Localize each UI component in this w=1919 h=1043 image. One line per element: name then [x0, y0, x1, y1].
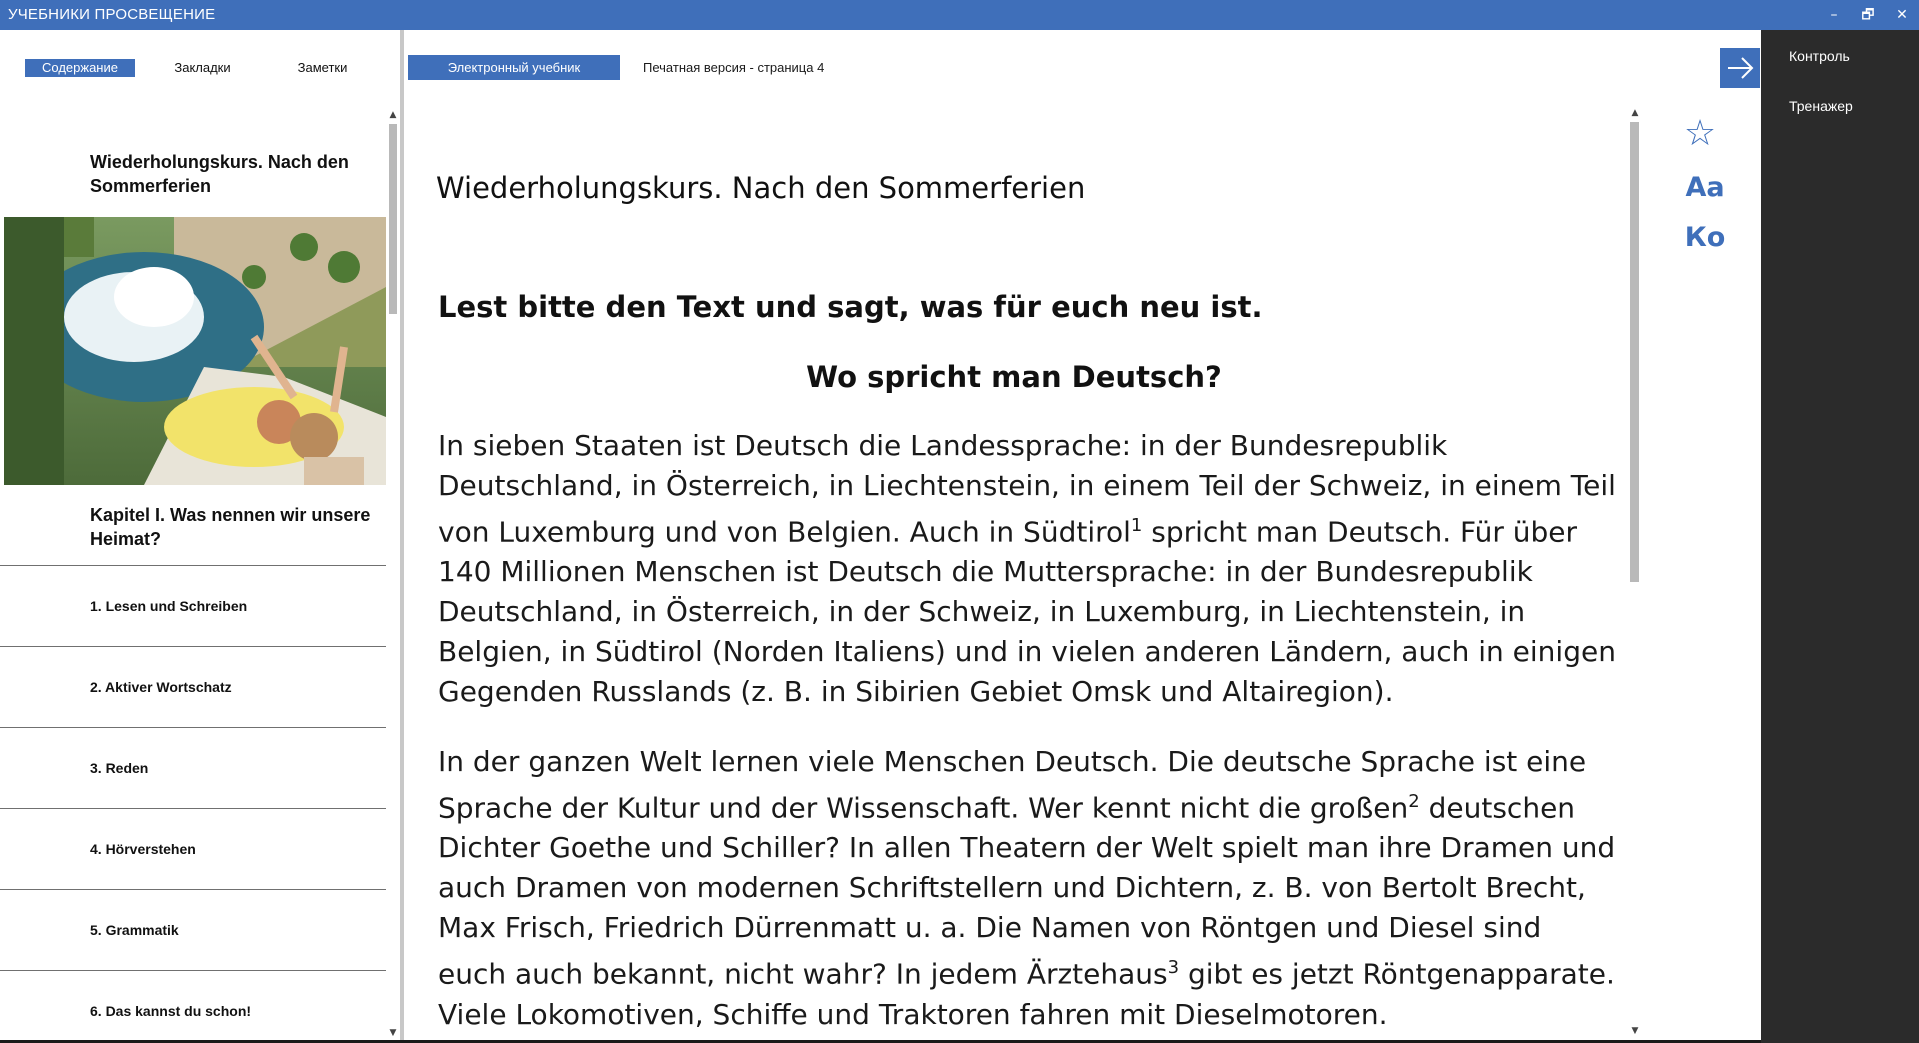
- arrow-right-icon: [1728, 57, 1754, 79]
- toc-item[interactable]: 1. Lesen und Schreiben: [0, 566, 386, 647]
- toc-list: Wiederholungskurs. Nach den Sommerferien: [0, 110, 386, 1041]
- tab-electronic-textbook[interactable]: Электронный учебник: [408, 55, 620, 80]
- font-size-button[interactable]: Aa: [1680, 172, 1730, 203]
- scroll-up-arrow-icon[interactable]: ▲: [387, 110, 399, 120]
- paragraph-2-part-a: In der ganzen Welt lernen viele Menschen…: [438, 745, 1587, 825]
- control-link[interactable]: Контроль: [1789, 48, 1850, 64]
- toc-scrollbar[interactable]: ▲ ▼: [386, 110, 400, 1041]
- toc-item[interactable]: 5. Grammatik: [0, 890, 386, 971]
- section-cover-image: [4, 217, 386, 485]
- toggle-right-panel-button[interactable]: [1720, 48, 1760, 88]
- tab-contents[interactable]: Содержание: [25, 59, 135, 77]
- scroll-up-arrow-icon[interactable]: ▲: [1629, 108, 1641, 118]
- table-of-contents-panel: Содержание Закладки Заметки Wiederholung…: [0, 30, 400, 1041]
- paragraph-1: In sieben Staaten ist Deutsch die Landes…: [438, 426, 1618, 712]
- trainer-link[interactable]: Тренажер: [1789, 98, 1853, 114]
- footnote-ref-2[interactable]: 2: [1408, 791, 1419, 812]
- toc-item-label: 6. Das kannst du schon!: [90, 1003, 252, 1019]
- footnote-ref-3[interactable]: 3: [1168, 957, 1179, 978]
- scroll-thumb[interactable]: [389, 124, 397, 314]
- scroll-thumb[interactable]: [1630, 122, 1639, 582]
- tab-notes[interactable]: Заметки: [275, 59, 370, 77]
- bookmark-star-icon[interactable]: ☆: [1680, 113, 1720, 154]
- toc-item[interactable]: 4. Hörverstehen: [0, 809, 386, 890]
- scroll-down-arrow-icon[interactable]: ▼: [1629, 1026, 1641, 1036]
- app-title: УЧЕБНИКИ ПРОСВЕЩЕНИЕ: [8, 6, 216, 23]
- water-ride-photo: [4, 217, 386, 485]
- toc-item[interactable]: 3. Reden: [0, 728, 386, 809]
- tab-bookmarks[interactable]: Закладки: [155, 59, 250, 77]
- restore-button[interactable]: 🗗: [1856, 3, 1880, 27]
- text-subtitle: Wo spricht man Deutsch?: [806, 360, 1222, 394]
- toc-item[interactable]: 6. Das kannst du schon!: [0, 971, 386, 1041]
- footnote-ref-1[interactable]: 1: [1131, 515, 1142, 536]
- title-bar: УЧЕБНИКИ ПРОСВЕЩЕНИЕ – 🗗 ✕: [0, 0, 1919, 30]
- toc-item[interactable]: 2. Aktiver Wortschatz: [0, 647, 386, 728]
- toc-section-review[interactable]: Wiederholungskurs. Nach den Sommerferien: [90, 150, 380, 198]
- paragraph-2: In der ganzen Welt lernen viele Menschen…: [438, 742, 1618, 1035]
- toc-item-label: 5. Grammatik: [90, 922, 179, 938]
- toc-chapter-1[interactable]: Kapitel I. Was nennen wir unsere Heimat?: [90, 503, 380, 551]
- page-title: Wiederholungskurs. Nach den Sommerferien: [436, 171, 1086, 205]
- toc-item-label: 2. Aktiver Wortschatz: [90, 679, 232, 695]
- content-scrollbar[interactable]: ▲ ▼: [1628, 108, 1642, 1041]
- toc-item-label: 3. Reden: [90, 760, 149, 776]
- close-button[interactable]: ✕: [1890, 3, 1914, 27]
- right-side-panel: Контроль Тренажер: [1761, 30, 1919, 1043]
- toc-item-label: 1. Lesen und Schreiben: [90, 598, 248, 614]
- toc-item-label: 4. Hörverstehen: [90, 841, 196, 857]
- scroll-down-arrow-icon[interactable]: ▼: [387, 1028, 399, 1038]
- reading-area: Wiederholungskurs. Nach den Sommerferien…: [404, 100, 1630, 1041]
- tab-print-version[interactable]: Печатная версия - страница 4: [643, 55, 903, 80]
- minimize-button[interactable]: –: [1822, 3, 1846, 27]
- ko-button[interactable]: Ко: [1680, 222, 1730, 253]
- task-heading: Lest bitte den Text und sagt, was für eu…: [438, 290, 1263, 324]
